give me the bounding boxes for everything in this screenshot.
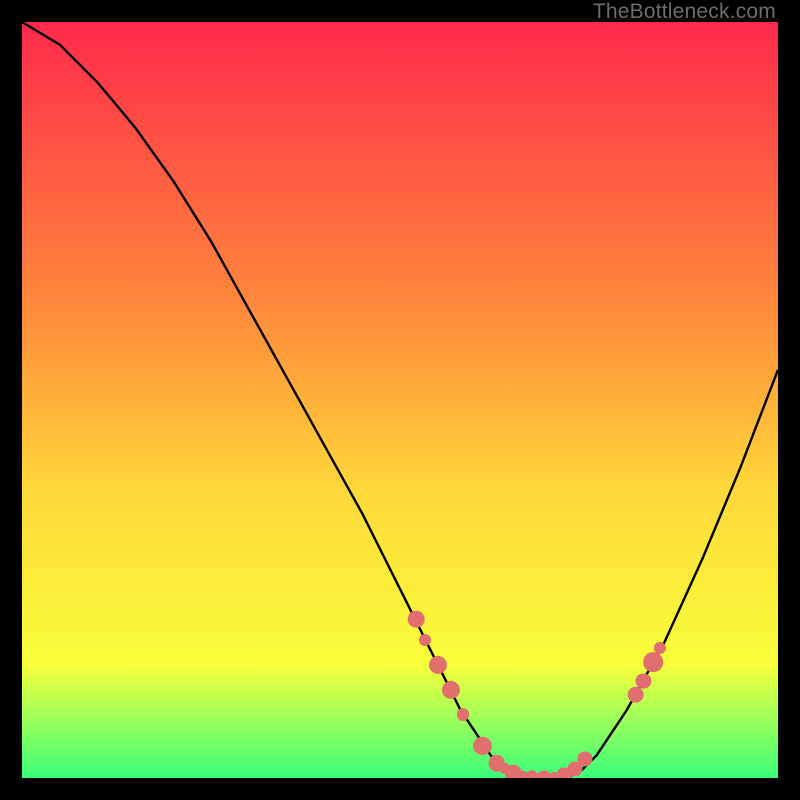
chart-frame: TheBottleneck.com bbox=[0, 0, 800, 800]
bottleneck-curve bbox=[22, 22, 778, 778]
data-marker bbox=[643, 653, 663, 673]
plot-area bbox=[22, 22, 778, 778]
data-marker bbox=[408, 611, 425, 628]
branding-text: TheBottleneck.com bbox=[593, 0, 776, 24]
data-marker bbox=[628, 687, 645, 704]
